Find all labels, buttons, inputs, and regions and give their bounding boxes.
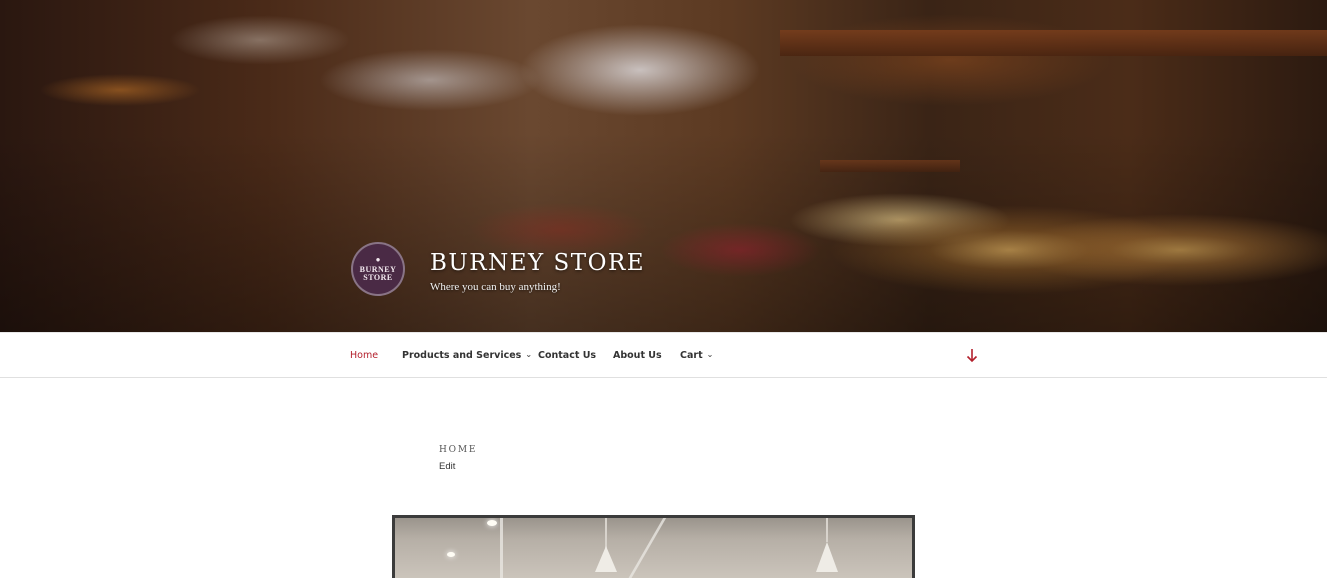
- nav-item-label: Contact Us: [538, 350, 597, 361]
- logo-text-line2: STORE: [363, 273, 393, 282]
- nav-item-home[interactable]: Home: [350, 350, 378, 361]
- site-tagline: Where you can buy anything!: [430, 281, 561, 293]
- site-logo[interactable]: ● BURNEY STORE: [351, 242, 405, 296]
- image-detail: [447, 552, 455, 557]
- nav-item-contact-us[interactable]: Contact Us: [538, 350, 596, 361]
- nav-item-label: Cart: [680, 350, 703, 361]
- image-detail: [605, 518, 607, 548]
- hero-overlay: [0, 0, 1327, 332]
- page-title: HOME: [439, 445, 478, 455]
- nav-item-label: Home: [350, 350, 379, 361]
- chevron-down-icon: ⌄: [525, 350, 533, 359]
- nav-item-cart[interactable]: Cart ⌄: [680, 350, 713, 361]
- main-navigation: Home Products and Services ⌄ Contact Us A…: [0, 332, 1327, 378]
- logo-emblem-icon: ●: [375, 255, 381, 264]
- site-title[interactable]: BURNEY STORE: [430, 250, 645, 276]
- image-detail: [500, 518, 503, 578]
- nav-item-about-us[interactable]: About Us: [613, 350, 662, 361]
- image-detail: [487, 520, 497, 526]
- image-detail: [595, 546, 617, 572]
- nav-item-label: Products and Services: [402, 350, 522, 361]
- header-hero-image: ● BURNEY STORE BURNEY STORE Where you ca…: [0, 0, 1327, 332]
- image-detail: [816, 542, 838, 572]
- chevron-down-icon: ⌄: [706, 350, 714, 359]
- image-detail: [626, 518, 667, 578]
- nav-item-label: About Us: [613, 350, 662, 361]
- featured-image: [392, 515, 915, 578]
- edit-link[interactable]: Edit: [439, 461, 455, 472]
- arrow-down-icon: [966, 349, 978, 363]
- nav-item-products-and-services[interactable]: Products and Services ⌄: [402, 350, 532, 361]
- image-detail: [826, 518, 828, 542]
- scroll-down-button[interactable]: [965, 345, 979, 365]
